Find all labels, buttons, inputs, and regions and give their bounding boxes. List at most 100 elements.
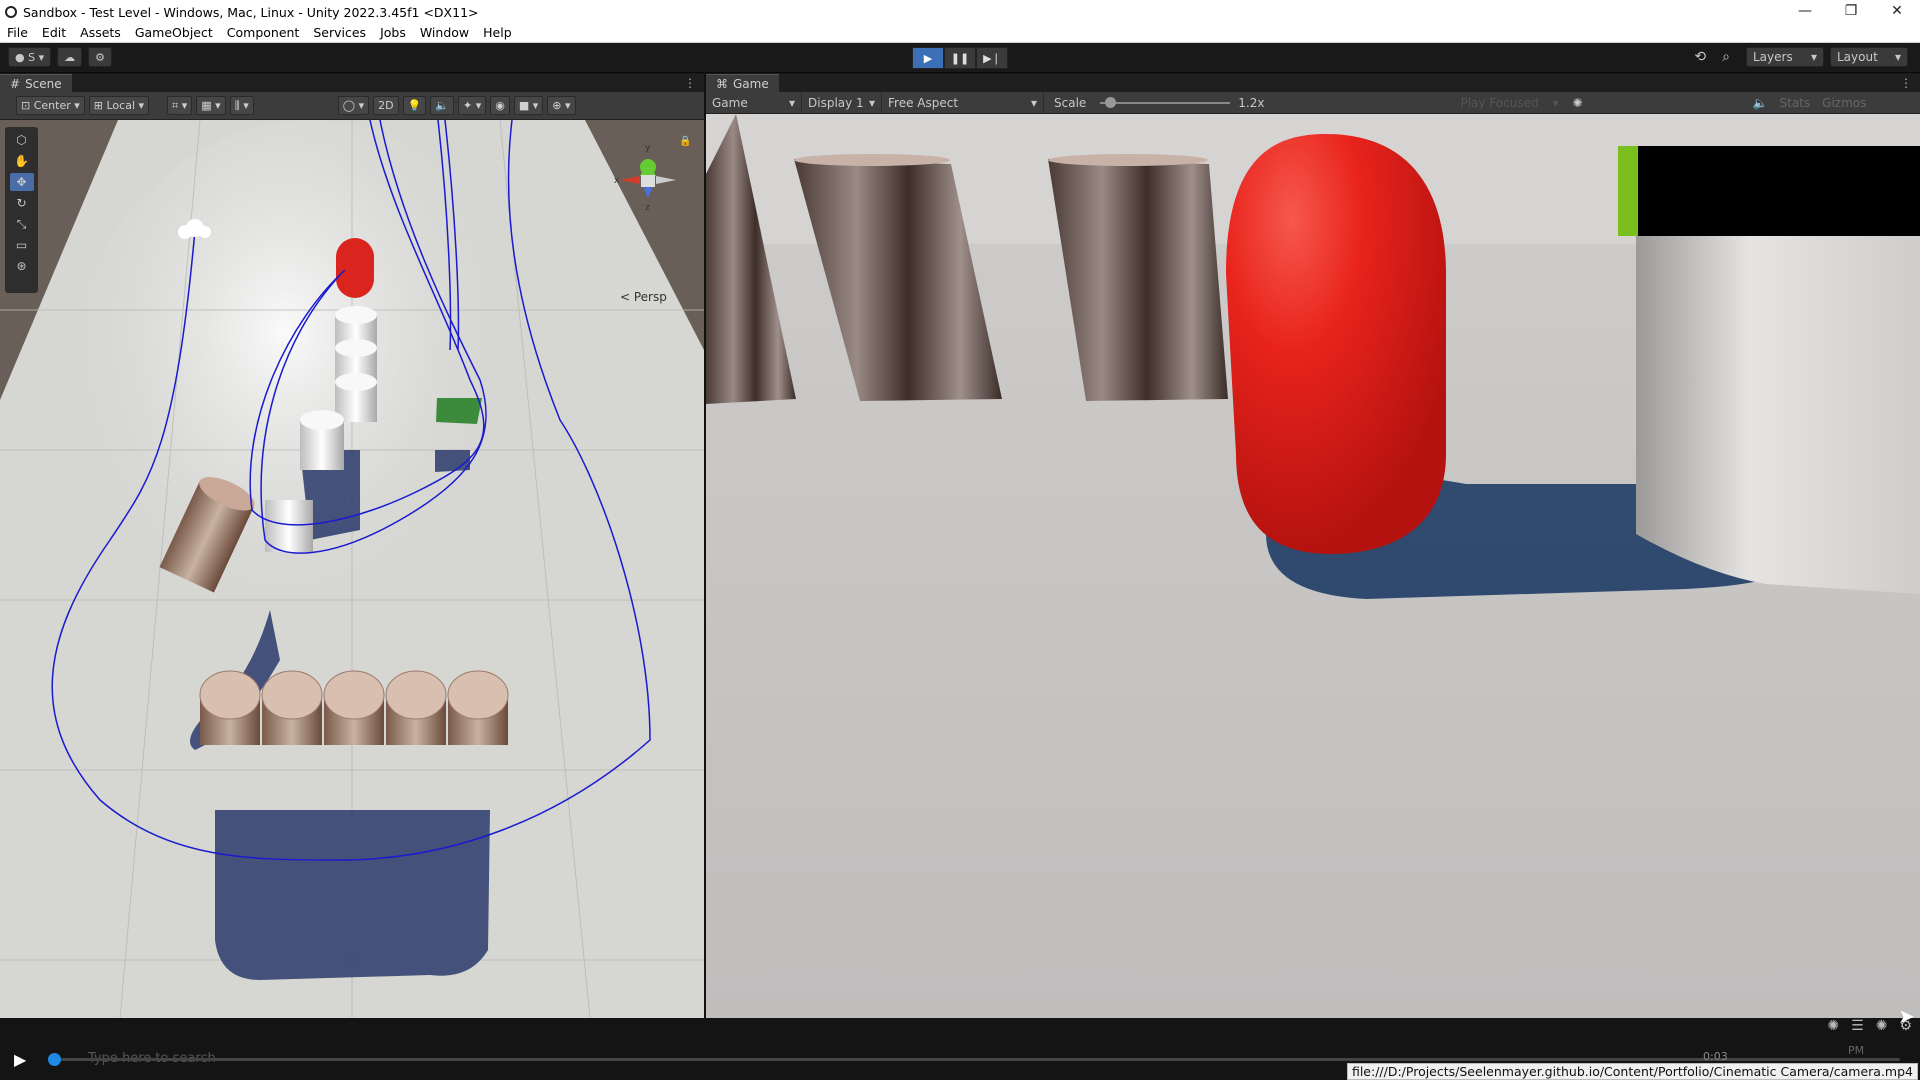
scale-slider[interactable] bbox=[1100, 96, 1231, 108]
aspect-dropdown[interactable]: Free Aspect ▾ bbox=[882, 91, 1044, 114]
game-toolbar: Game ▾ Display 1 ▾ Free Aspect ▾ Scale 1.2x… bbox=[706, 91, 1920, 114]
game-viewport[interactable] bbox=[706, 114, 1920, 1018]
lighting-toggle[interactable]: 💡 bbox=[402, 96, 427, 115]
main-toolbar: ● S ▾ ☁ ⚙ ▶ ❚❚ ▶❘ ⟲ ⌕ Layers ▾ Layout ▾ bbox=[0, 43, 1920, 73]
search-icon[interactable]: ⌕ bbox=[1722, 49, 1730, 65]
mode-2d-button[interactable]: 2D bbox=[373, 96, 399, 115]
gizmos-dropdown[interactable]: ⊕ ▾ bbox=[547, 96, 576, 115]
menu-gameobject[interactable]: GameObject bbox=[128, 25, 220, 40]
menu-edit[interactable]: Edit bbox=[35, 25, 73, 40]
menu-services[interactable]: Services bbox=[306, 25, 373, 40]
chevron-down-icon: ▾ bbox=[1552, 95, 1559, 110]
more-options-icon[interactable]: ⋮ bbox=[684, 76, 696, 90]
gizmos-label[interactable]: Gizmos bbox=[1822, 96, 1866, 110]
collab-button[interactable]: ⚙ bbox=[88, 47, 112, 67]
close-button[interactable]: ✕ bbox=[1874, 0, 1920, 22]
grid-visibility-button[interactable]: ▦ ▾ bbox=[196, 96, 226, 115]
pivot-icon: ⊡ bbox=[21, 99, 34, 112]
scale-tool-icon[interactable]: ⤡ bbox=[10, 215, 34, 233]
scale-value: 1.2x bbox=[1238, 95, 1265, 110]
window-controls: — ❐ ✕ bbox=[1782, 0, 1920, 22]
step-button[interactable]: ▶❘ bbox=[976, 47, 1008, 69]
rect-tool-icon[interactable]: ▭ bbox=[10, 236, 34, 254]
display-dropdown[interactable]: Display 1 ▾ bbox=[802, 91, 882, 114]
game-tab-strip: ⌘ Game ⋮ bbox=[706, 74, 1920, 92]
minimize-button[interactable]: — bbox=[1782, 0, 1828, 22]
video-progress-knob[interactable] bbox=[48, 1053, 61, 1066]
audio-icon: 🔈 bbox=[435, 99, 449, 112]
chevron-down-icon: ▾ bbox=[1030, 95, 1037, 110]
perspective-label[interactable]: < Persp bbox=[620, 290, 667, 304]
menu-window[interactable]: Window bbox=[413, 25, 476, 40]
scene-camera-dropdown[interactable]: ■ ▾ bbox=[513, 96, 544, 115]
chevron-down-icon: ▾ bbox=[788, 95, 795, 110]
move-tool-icon[interactable]: ✥ bbox=[9, 173, 34, 191]
audio-toggle[interactable]: 🔈 bbox=[430, 96, 454, 115]
layers-icon[interactable]: ☰ bbox=[1851, 1018, 1864, 1034]
pivot-dropdown[interactable]: ⊡ Center ▾ bbox=[16, 96, 85, 115]
menu-jobs[interactable]: Jobs bbox=[373, 25, 413, 40]
menu-file[interactable]: File bbox=[0, 25, 35, 40]
scale-slider-handle[interactable] bbox=[1105, 96, 1117, 108]
menu-component[interactable]: Component bbox=[220, 25, 307, 40]
scene-tab-strip: # Scene ⋮ bbox=[0, 74, 704, 92]
menu-assets[interactable]: Assets bbox=[73, 25, 128, 40]
game-tab-label: Game bbox=[733, 76, 769, 91]
chevron-down-icon: ▾ bbox=[70, 99, 80, 112]
mode-2d-label: 2D bbox=[378, 99, 394, 112]
play-button[interactable]: ▶ bbox=[912, 47, 944, 69]
window-title-bar: Sandbox - Test Level - Windows, Mac, Lin… bbox=[0, 0, 1920, 24]
video-progress-bar[interactable] bbox=[50, 1058, 1900, 1061]
stats-bar bbox=[1618, 146, 1638, 236]
layout-dropdown[interactable]: Layout ▾ bbox=[1830, 47, 1908, 67]
game-view-label: Game bbox=[712, 95, 748, 110]
hand-tool-icon[interactable]: ✋ bbox=[10, 152, 34, 170]
layout-label: Layout bbox=[1837, 50, 1878, 64]
tab-scene[interactable]: # Scene bbox=[0, 74, 72, 92]
stats-overlay bbox=[1618, 146, 1920, 236]
mute-icon[interactable]: 🔈 bbox=[1753, 96, 1768, 110]
taskbar-clock: PM bbox=[1848, 1044, 1865, 1057]
history-icon[interactable]: ⟲ bbox=[1694, 49, 1706, 65]
space-dropdown[interactable]: ⊞ Local ▾ bbox=[88, 96, 150, 115]
video-play-button[interactable]: ▶ bbox=[14, 1050, 32, 1069]
hidden-objects-toggle[interactable]: ◉ bbox=[490, 96, 510, 115]
red-capsule bbox=[336, 238, 374, 298]
play-focus-label: Play Focused bbox=[1460, 95, 1539, 110]
view-tool-icon[interactable]: ⬡ bbox=[10, 131, 34, 149]
pause-button[interactable]: ❚❚ bbox=[944, 47, 976, 69]
bug-icon[interactable]: ✺ bbox=[1572, 96, 1582, 110]
space-label: Local bbox=[106, 99, 136, 112]
chevron-down-icon: ▾ bbox=[868, 95, 875, 110]
stats-label[interactable]: Stats bbox=[1780, 96, 1811, 110]
draw-mode-button[interactable]: ◯ ▾ bbox=[337, 96, 370, 115]
game-render bbox=[706, 114, 1920, 1018]
bug-icon[interactable]: ✺ bbox=[1827, 1018, 1839, 1034]
scene-viewport[interactable]: x y z 🔒 ⬡ ✋ ✥ ↻ ⤡ ▭ ⊛ < Persp bbox=[0, 120, 704, 1018]
layers-dropdown[interactable]: Layers ▾ bbox=[1746, 47, 1824, 67]
cloud-button[interactable]: ☁ bbox=[57, 47, 83, 67]
rotate-tool-icon[interactable]: ↻ bbox=[10, 194, 34, 212]
more-options-icon[interactable]: ⋮ bbox=[1900, 76, 1912, 90]
grid-snap-button[interactable]: ⌗ ▾ bbox=[167, 96, 193, 115]
transform-tool-icon[interactable]: ⊛ bbox=[10, 257, 34, 275]
effects-icon: ✦ ▾ bbox=[462, 99, 482, 112]
tab-game[interactable]: ⌘ Game bbox=[706, 74, 779, 92]
scene-panel: # Scene ⋮ ⊡ Center ▾ ⊞ Local ▾ ⌗ ▾ ▦ ▾ ⫼… bbox=[0, 74, 704, 1018]
aspect-label: Free Aspect bbox=[888, 95, 959, 110]
unity-logo-icon bbox=[5, 6, 17, 18]
video-time: 0:03 bbox=[1703, 1050, 1728, 1063]
scene-tab-label: Scene bbox=[25, 76, 62, 91]
bug-off-icon[interactable]: ✺ bbox=[1876, 1018, 1888, 1034]
effects-toggle[interactable]: ✦ ▾ bbox=[457, 96, 487, 115]
lock-icon[interactable]: 🔒 bbox=[679, 135, 691, 147]
grid-snap-icon: ⌗ ▾ bbox=[172, 98, 188, 112]
increment-snap-button[interactable]: ⫼ ▾ bbox=[229, 96, 254, 115]
maximize-button[interactable]: ❐ bbox=[1828, 0, 1874, 22]
play-focus-dropdown[interactable]: Play Focused ▾ bbox=[1454, 92, 1564, 114]
account-button[interactable]: ● S ▾ bbox=[8, 47, 52, 67]
menu-help[interactable]: Help bbox=[476, 25, 519, 40]
game-view-dropdown[interactable]: Game ▾ bbox=[706, 91, 802, 114]
pivot-label: Center bbox=[33, 99, 71, 112]
scale-label: Scale bbox=[1054, 95, 1087, 110]
